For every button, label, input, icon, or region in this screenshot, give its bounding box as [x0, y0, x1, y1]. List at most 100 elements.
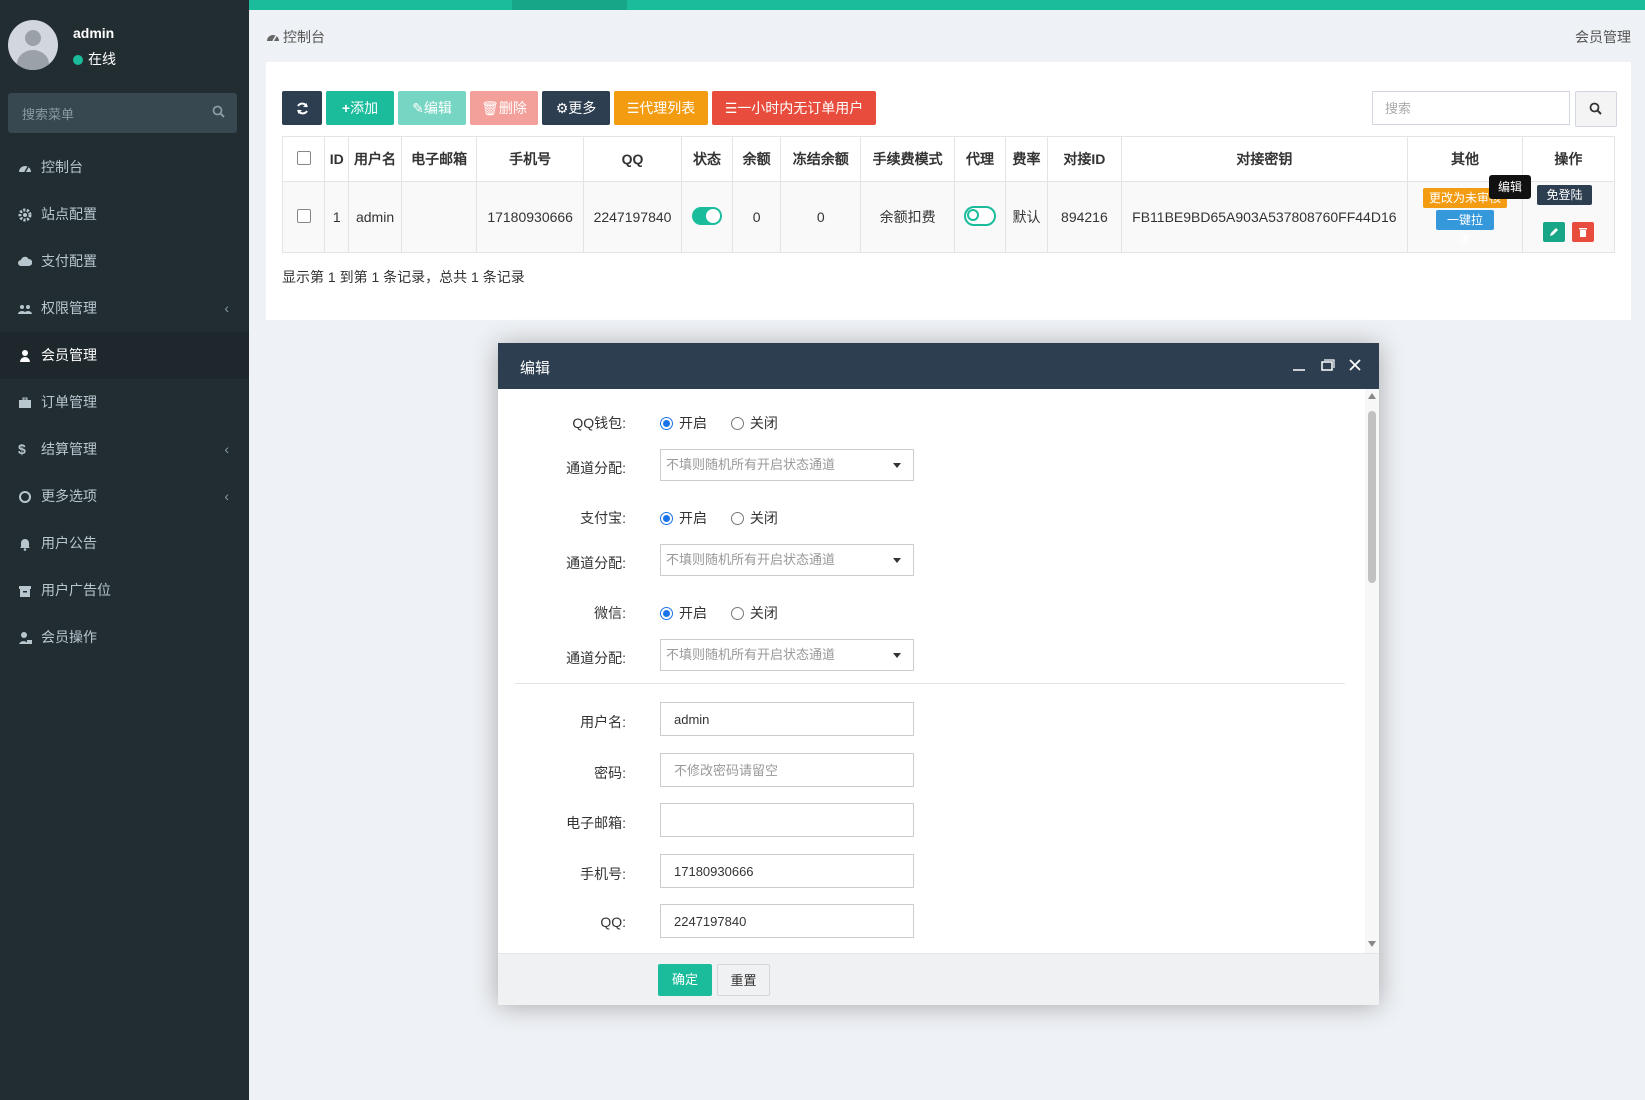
maximize-icon[interactable]: [1321, 359, 1335, 371]
delete-button[interactable]: 🗑删除: [470, 91, 538, 125]
sidebar-search-input[interactable]: [8, 93, 204, 135]
col-agent[interactable]: 代理: [954, 136, 1006, 182]
sidebar-search: [8, 93, 237, 135]
scroll-up-icon[interactable]: [1368, 393, 1376, 399]
search-button[interactable]: [1575, 91, 1617, 127]
alipay-channel-select[interactable]: 不填则随机所有开启状态通道: [660, 544, 914, 576]
avatar: [8, 20, 58, 70]
sidebar-item-orders[interactable]: 订单管理: [0, 379, 249, 426]
cell-qq: 2247197840: [582, 181, 683, 253]
passwordless-login-button[interactable]: 免登陆: [1537, 185, 1592, 205]
col-dock-key[interactable]: 对接密钥: [1120, 136, 1409, 182]
cell-email: [400, 181, 478, 253]
col-username[interactable]: 用户名: [348, 136, 402, 182]
cell-username: admin: [348, 181, 402, 253]
qq-wallet-close-radio[interactable]: [730, 417, 744, 430]
user-status: 在线: [73, 49, 116, 69]
gear-icon: [18, 208, 32, 222]
add-button[interactable]: +添加: [326, 91, 394, 125]
username-input[interactable]: [660, 702, 914, 736]
scroll-thumb[interactable]: [1368, 411, 1376, 583]
modal-footer: 确定 重置: [498, 953, 1379, 1005]
sidebar-item-permissions[interactable]: 权限管理 ‹: [0, 285, 249, 332]
row-checkbox[interactable]: [296, 208, 311, 223]
scroll-down-icon[interactable]: [1368, 941, 1376, 947]
cell-frozen: 0: [780, 181, 862, 253]
chevron-left-icon: ‹: [224, 300, 229, 316]
qq-channel-select[interactable]: 不填则随机所有开启状态通道: [660, 449, 914, 481]
breadcrumb-dashboard[interactable]: 控制台: [283, 29, 325, 45]
email-input[interactable]: [660, 803, 914, 837]
col-status[interactable]: 状态: [681, 136, 733, 182]
briefcase-icon: [19, 397, 31, 408]
col-fee-mode[interactable]: 手续费模式: [860, 136, 956, 182]
qq-input[interactable]: [660, 904, 914, 938]
row-delete-button[interactable]: [1571, 222, 1594, 242]
col-frozen[interactable]: 冻结余额: [780, 136, 862, 182]
table-row: 1 admin 17180930666 2247197840 0 0 余额扣费 …: [281, 181, 1616, 253]
password-input[interactable]: [660, 753, 914, 787]
sidebar-item-announcements[interactable]: 用户公告: [0, 520, 249, 567]
select-all-cell: [281, 136, 326, 182]
sidebar-item-more-options[interactable]: 更多选项 ‹: [0, 473, 249, 520]
col-phone[interactable]: 手机号: [476, 136, 584, 182]
refresh-button[interactable]: [282, 91, 322, 125]
user-name: admin: [73, 25, 115, 41]
no-order-users-button[interactable]: ☰一小时内无订单用户: [712, 91, 876, 125]
reset-button[interactable]: 重置: [717, 964, 770, 996]
caret-down-icon: [893, 463, 901, 468]
blacklist-tag[interactable]: 一键拉黑: [1435, 209, 1494, 247]
sidebar-item-member-ops[interactable]: 会员操作: [0, 614, 249, 661]
col-id[interactable]: ID: [324, 136, 350, 182]
edit-button[interactable]: ✎编辑: [398, 91, 466, 125]
minimize-icon[interactable]: [1293, 360, 1305, 372]
row-edit-button[interactable]: [1542, 222, 1565, 242]
agent-toggle[interactable]: [963, 205, 996, 226]
chevron-left-icon: ‹: [224, 488, 229, 504]
form-divider: [515, 683, 1345, 684]
confirm-button[interactable]: 确定: [658, 964, 712, 996]
close-icon[interactable]: [1349, 359, 1361, 371]
sidebar-item-payment-config[interactable]: 支付配置: [0, 238, 249, 285]
wechat-close-radio[interactable]: [730, 607, 744, 620]
phone-input[interactable]: [660, 854, 914, 888]
col-dock-id[interactable]: 对接ID: [1047, 136, 1122, 182]
search-icon[interactable]: [212, 105, 225, 121]
qq-channel-label: 通道分配:: [566, 460, 626, 476]
edit-modal: 编辑 QQ钱包: 开启 关闭 通道分配: 不填则随机所有开启状态通道 支付宝: …: [498, 343, 1379, 1005]
sidebar-item-ad-slots[interactable]: 用户广告位: [0, 567, 249, 614]
wechat-label: 微信:: [594, 605, 626, 621]
qq-wallet-open-radio[interactable]: [660, 417, 673, 430]
sidebar-item-site-config[interactable]: 站点配置: [0, 191, 249, 238]
dashboard-icon: [267, 35, 279, 42]
online-dot-icon: [73, 55, 83, 65]
status-toggle[interactable]: [691, 206, 722, 225]
qq-wallet-label: QQ钱包:: [572, 415, 626, 431]
wechat-radio-group: 开启 关闭: [660, 603, 778, 623]
cell-dock-key: FB11BE9BD65A903A537808760FF44D16: [1120, 181, 1409, 253]
table-search-input[interactable]: [1373, 92, 1567, 124]
col-email[interactable]: 电子邮箱: [400, 136, 478, 182]
trash-icon: 🗑: [481, 100, 499, 116]
wechat-open-radio[interactable]: [660, 607, 673, 620]
wechat-channel-label: 通道分配:: [566, 650, 626, 666]
alipay-open-radio[interactable]: [660, 512, 673, 525]
sidebar-item-dashboard[interactable]: 控制台: [0, 144, 249, 191]
list-icon: ☰: [724, 100, 738, 116]
col-rate[interactable]: 费率: [1004, 136, 1049, 182]
col-balance[interactable]: 余额: [731, 136, 782, 182]
sidebar-item-settlement[interactable]: $ 结算管理 ‹: [0, 426, 249, 473]
modal-scrollbar[interactable]: [1365, 389, 1379, 953]
wechat-channel-select[interactable]: 不填则随机所有开启状态通道: [660, 639, 914, 671]
col-qq[interactable]: QQ: [582, 136, 683, 182]
col-actions[interactable]: 操作: [1521, 136, 1616, 182]
search-icon: [1589, 102, 1602, 115]
members-panel: +添加 ✎编辑 🗑删除 ⚙更多 ☰代理列表 ☰一小时内无订单用户 ID 用户名: [266, 62, 1631, 320]
agent-list-button[interactable]: ☰代理列表: [614, 91, 708, 125]
more-button[interactable]: ⚙更多: [542, 91, 610, 125]
archive-icon: [19, 586, 31, 597]
alipay-close-radio[interactable]: [730, 512, 744, 525]
cell-agent: [954, 181, 1006, 253]
sidebar-item-members[interactable]: 会员管理: [0, 332, 249, 379]
select-all-checkbox[interactable]: [296, 150, 311, 165]
